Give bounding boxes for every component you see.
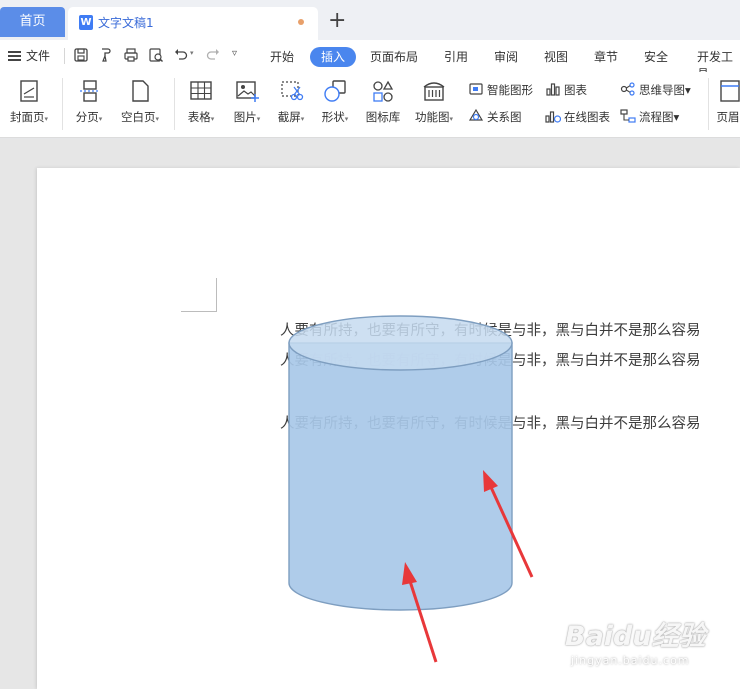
- format-painter-icon[interactable]: [98, 47, 114, 63]
- header-button[interactable]: 页眉: [716, 78, 740, 125]
- relation-chart-icon: [468, 108, 484, 121]
- blank-page-label: 空白页▾: [120, 110, 159, 124]
- document-text-line[interactable]: 人要有所持，也要有所守，有时候是与非，黑与白并不是那么容易: [280, 319, 701, 340]
- margin-corner-mark: [181, 278, 217, 312]
- table-label: 表格▾: [187, 110, 215, 124]
- file-menu-label: 文件: [26, 49, 51, 63]
- relation-chart-button[interactable]: 关系图: [468, 108, 522, 125]
- ribbon-separator: [62, 78, 63, 130]
- menu-review[interactable]: 审阅: [494, 48, 518, 65]
- undo-dropdown-chevron-down-icon[interactable]: ▾: [190, 49, 198, 59]
- menu-references[interactable]: 引用: [444, 48, 468, 65]
- page-break-label: 分页▾: [75, 110, 103, 124]
- menu-start[interactable]: 开始: [270, 48, 294, 65]
- document-text-line[interactable]: 人要有所持，也要有所守，有时候是与非，黑与白并不是那么容易: [280, 412, 701, 433]
- chart-button[interactable]: 图表: [545, 81, 587, 98]
- picture-icon: [236, 81, 259, 102]
- redo-icon[interactable]: [205, 47, 221, 63]
- blank-page-button[interactable]: 空白页▾: [116, 78, 164, 125]
- smart-graphic-button[interactable]: 智能图形: [468, 81, 533, 98]
- blank-page-icon: [132, 80, 149, 102]
- print-icon[interactable]: [123, 47, 139, 63]
- smart-graphic-icon: [469, 83, 483, 95]
- menu-view[interactable]: 视图: [544, 48, 568, 65]
- print-preview-icon[interactable]: [148, 47, 164, 63]
- file-menu-button[interactable]: 文件: [8, 47, 50, 64]
- header-icon: [720, 80, 740, 102]
- ribbon-separator: [174, 78, 175, 130]
- cover-page-label: 封面页▾: [9, 110, 48, 124]
- flowchart-button[interactable]: 流程图▾: [620, 108, 679, 125]
- baidu-watermark-logo: Baidu经验: [565, 621, 706, 652]
- shape-label: 形状▾: [321, 110, 349, 124]
- document-tab-title: 文字文稿1: [98, 16, 154, 30]
- function-chart-icon: [423, 82, 445, 101]
- page-break-button[interactable]: 分页▾: [70, 78, 108, 125]
- picture-label: 图片▾: [233, 110, 261, 124]
- menu-bar: 文件 ▾ ▿ 开始 插入 页面布局 引用 审阅 视图 章节 安全 开发工具: [0, 40, 740, 81]
- new-tab-button[interactable]: +: [328, 8, 346, 34]
- writer-doc-icon: W: [79, 15, 93, 30]
- title-bar: 首页 W 文字文稿1 +: [0, 0, 740, 40]
- baidu-watermark-url: jingyan.baidu.com: [571, 654, 690, 667]
- screenshot-label: 截屏▾: [277, 110, 305, 124]
- insert-ribbon: 封面页▾ 分页▾ 空白页▾ 表格▾ 图片▾ 截屏▾ 形状▾ 图标库 功能图▾ 智…: [0, 72, 740, 138]
- ribbon-separator: [708, 78, 709, 130]
- menu-security[interactable]: 安全: [644, 48, 668, 65]
- customize-toolbar-chevron-down-icon[interactable]: ▿: [232, 48, 244, 64]
- header-label: 页眉: [716, 110, 740, 124]
- shape-icon: [324, 80, 346, 102]
- menu-insert[interactable]: 插入: [310, 47, 357, 67]
- menu-separator: [64, 48, 65, 64]
- mindmap-icon: [620, 82, 635, 96]
- flowchart-icon: [620, 109, 636, 123]
- table-button[interactable]: 表格▾: [182, 78, 220, 125]
- tab-home[interactable]: 首页: [0, 7, 65, 37]
- unsaved-indicator-icon: [298, 19, 304, 25]
- document-text-line[interactable]: 人要有所持，也要有所守，有时候是与非，黑与白并不是那么容易: [280, 349, 701, 370]
- icon-library-icon: [373, 80, 394, 102]
- cover-page-icon: [20, 80, 38, 102]
- screenshot-icon: [281, 81, 304, 101]
- menu-section[interactable]: 章节: [594, 48, 618, 65]
- tab-document[interactable]: W 文字文稿1: [68, 7, 318, 40]
- function-chart-button[interactable]: 功能图▾: [410, 78, 458, 125]
- icon-library-label: 图标库: [365, 110, 401, 124]
- bar-chart-icon: [546, 83, 560, 96]
- screenshot-button[interactable]: 截屏▾: [272, 78, 310, 125]
- online-chart-icon: [545, 111, 562, 123]
- online-chart-button[interactable]: 在线图表: [545, 108, 610, 125]
- save-icon[interactable]: [73, 47, 89, 63]
- cover-page-button[interactable]: 封面页▾: [6, 78, 52, 125]
- table-icon: [190, 81, 212, 100]
- icon-library-button[interactable]: 图标库: [362, 78, 404, 125]
- picture-button[interactable]: 图片▾: [228, 78, 266, 125]
- function-chart-label: 功能图▾: [414, 110, 453, 124]
- undo-icon[interactable]: [173, 47, 189, 63]
- mindmap-button[interactable]: 思维导图▾: [620, 81, 691, 98]
- menu-page-layout[interactable]: 页面布局: [370, 48, 418, 65]
- shape-button[interactable]: 形状▾: [316, 78, 354, 125]
- page-break-icon: [80, 80, 98, 102]
- hamburger-icon: [8, 51, 21, 61]
